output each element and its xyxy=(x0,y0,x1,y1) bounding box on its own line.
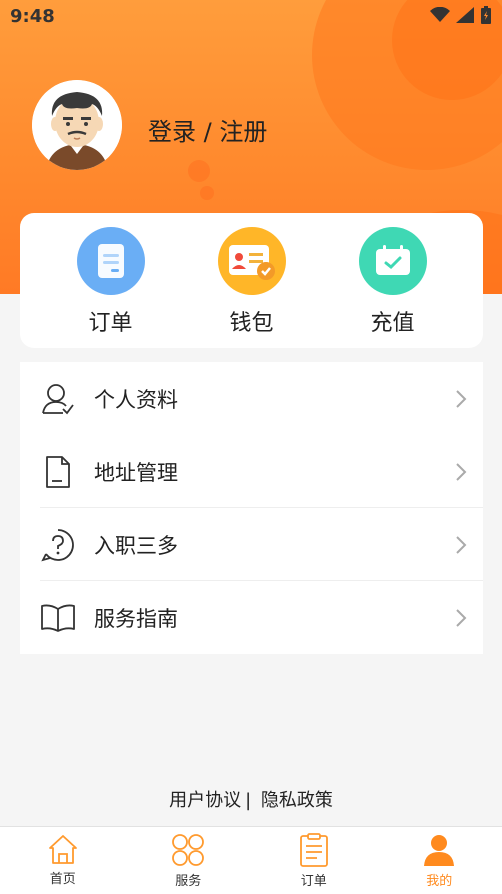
tab-orders[interactable]: 订单 xyxy=(259,827,369,894)
wifi-icon xyxy=(430,7,450,22)
order-doc-icon xyxy=(76,227,145,295)
book-icon xyxy=(38,603,78,633)
quick-action-label: 充值 xyxy=(370,311,415,336)
login-register-link[interactable]: 登录 / 注册 xyxy=(148,112,267,147)
quick-action-label: 钱包 xyxy=(229,311,274,336)
decor-blob xyxy=(188,160,210,182)
quick-action-recharge[interactable]: 充值 xyxy=(338,213,448,348)
tab-me[interactable]: 我的 xyxy=(384,827,494,894)
user-agreement-link[interactable]: 用户协议 xyxy=(167,790,243,811)
chevron-right-icon xyxy=(456,389,467,408)
clipboard-icon xyxy=(299,833,328,867)
tab-label: 首页 xyxy=(49,872,76,887)
menu-item-label: 地址管理 xyxy=(94,460,178,485)
menu-item-profile[interactable]: 个人资料 xyxy=(20,362,483,435)
home-icon xyxy=(48,835,77,864)
menu-item-label: 入职三多 xyxy=(94,533,178,558)
menu-item-guide[interactable]: 服务指南 xyxy=(20,581,483,654)
avatar[interactable] xyxy=(32,80,122,170)
wallet-card-icon xyxy=(217,227,286,295)
menu-item-address[interactable]: 地址管理 xyxy=(20,435,483,508)
quick-action-order[interactable]: 订单 xyxy=(56,213,166,348)
quick-action-wallet[interactable]: 钱包 xyxy=(197,213,307,348)
document-icon xyxy=(38,455,78,489)
person-icon xyxy=(424,835,455,866)
chevron-right-icon xyxy=(456,608,467,627)
privacy-policy-link[interactable]: 隐私政策 xyxy=(259,790,335,811)
settings-menu: 个人资料 地址管理 入职三多 服务指南 xyxy=(20,362,483,654)
status-bar: 9:48 xyxy=(0,0,502,36)
quick-action-label: 订单 xyxy=(88,311,133,336)
bottom-tab-bar: 首页 服务 订单 我的 xyxy=(0,826,502,894)
chevron-right-icon xyxy=(456,462,467,481)
decor-blob xyxy=(200,186,214,200)
menu-item-onboarding[interactable]: 入职三多 xyxy=(20,508,483,581)
signal-icon xyxy=(456,7,474,23)
tab-home[interactable]: 首页 xyxy=(8,827,118,894)
question-circle-icon xyxy=(38,528,78,562)
tab-services[interactable]: 服务 xyxy=(133,827,243,894)
status-time: 9:48 xyxy=(10,6,55,27)
chevron-right-icon xyxy=(456,535,467,554)
footer-separator: | xyxy=(245,790,252,811)
calendar-check-icon xyxy=(358,227,427,295)
footer-links: 用户协议 | 隐私政策 xyxy=(0,786,502,812)
user-profile-icon xyxy=(38,383,78,415)
menu-item-label: 服务指南 xyxy=(94,606,178,631)
grid-icon xyxy=(172,834,205,866)
quick-actions-card: 订单 钱包 充值 xyxy=(20,213,483,348)
menu-item-label: 个人资料 xyxy=(94,387,178,412)
tab-label: 服务 xyxy=(175,874,202,889)
tab-label: 订单 xyxy=(300,874,327,889)
battery-icon xyxy=(481,6,491,24)
tab-label: 我的 xyxy=(426,874,453,889)
